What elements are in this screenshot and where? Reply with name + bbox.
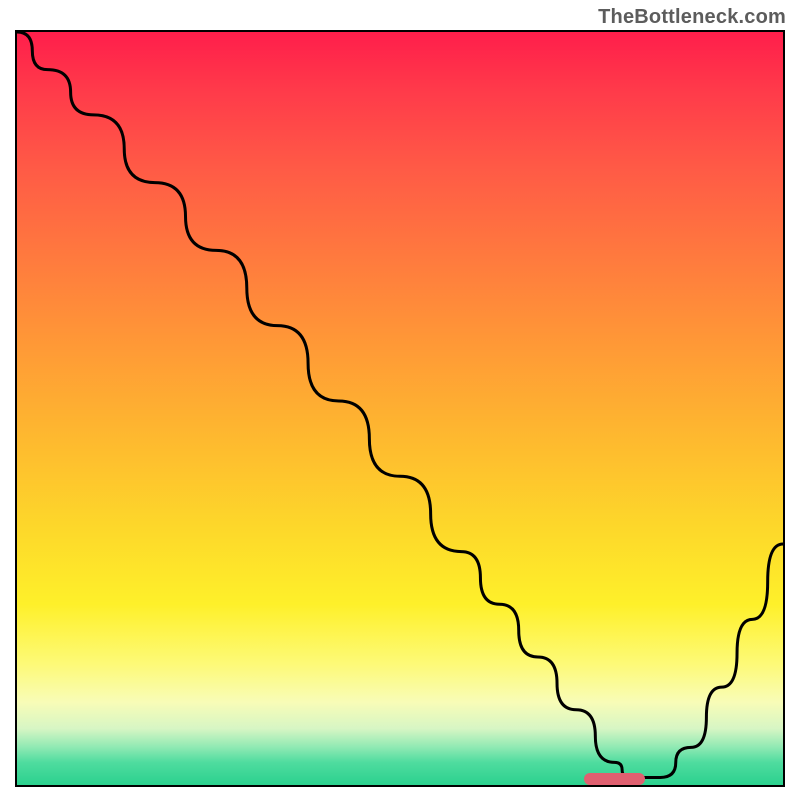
chart-frame bbox=[15, 30, 785, 787]
bottleneck-curve-path bbox=[17, 32, 783, 777]
optimal-range-marker bbox=[584, 773, 645, 785]
watermark-text: TheBottleneck.com bbox=[598, 6, 786, 29]
chart-curve-svg bbox=[17, 32, 783, 785]
